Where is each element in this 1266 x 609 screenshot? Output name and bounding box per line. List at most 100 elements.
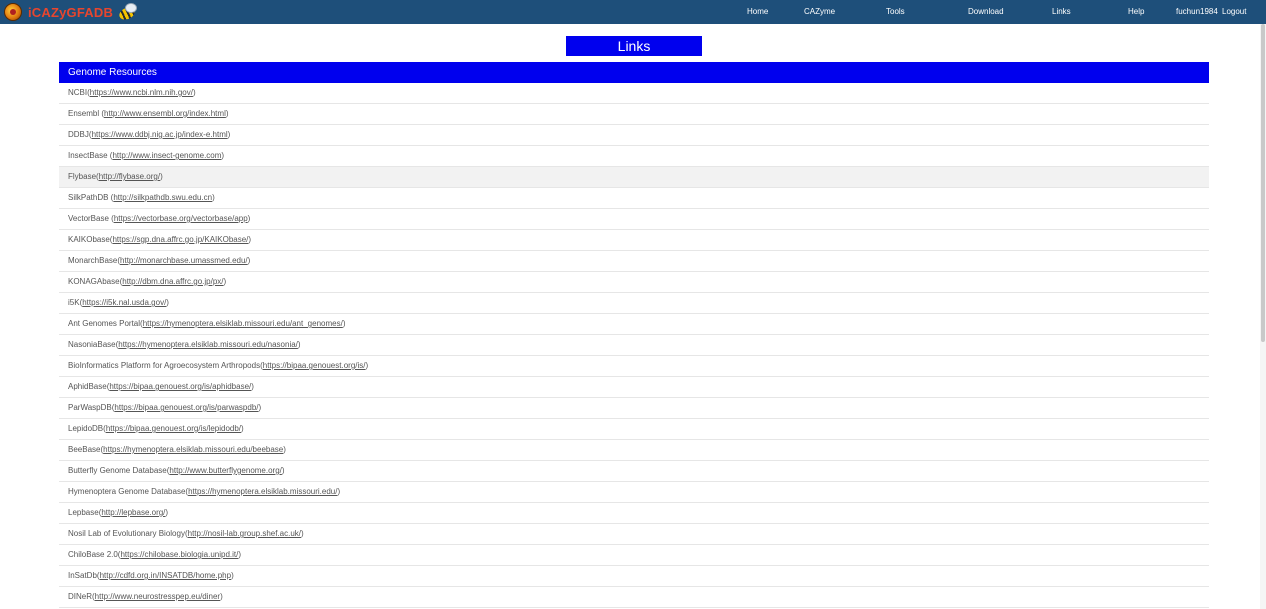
link-name: InSatDb( [68, 571, 100, 580]
page-title: Links [566, 36, 702, 56]
section-header: Genome Resources [59, 62, 1209, 83]
link-suffix: ) [165, 508, 169, 517]
link-row: DINeR(http://www.neurostresspep.eu/diner… [59, 587, 1209, 608]
link-suffix: ) [238, 550, 242, 559]
links-list: NCBI(https://www.ncbi.nlm.nih.gov/) Ensem… [59, 83, 1209, 608]
link-name: VectorBase ( [68, 214, 114, 223]
link-url[interactable]: https://bipaa.genouest.org/is/aphidbase/ [109, 382, 251, 391]
link-suffix: ) [365, 361, 369, 370]
link-url[interactable]: http://dbm.dna.affrc.go.jp/px/ [122, 277, 223, 286]
link-url[interactable]: http://flybase.org/ [99, 172, 160, 181]
link-name: BioInformatics Platform for Agroecosyste… [68, 361, 263, 370]
link-suffix: ) [227, 130, 231, 139]
nav-user[interactable]: fuchun1984 [1176, 0, 1218, 24]
link-row: ChiloBase 2.0(https://chilobase.biologia… [59, 545, 1209, 566]
link-url[interactable]: https://bipaa.genouest.org/is/parwaspdb/ [114, 403, 258, 412]
link-url[interactable]: http://cdfd.org.in/INSATDB/home.php [100, 571, 231, 580]
link-suffix: ) [301, 529, 304, 538]
link-suffix: ) [247, 214, 251, 223]
link-name: Lepbase( [68, 508, 102, 517]
link-name: AphidBase( [68, 382, 110, 391]
nav-download[interactable]: Download [968, 0, 1004, 24]
link-suffix: ) [241, 424, 244, 433]
nav-menu: Home CAZyme Tools Download Links Help fu… [0, 0, 1266, 24]
link-url[interactable]: http://www.butterflygenome.org/ [169, 466, 282, 475]
link-suffix: ) [221, 151, 225, 160]
link-name: Ant Genomes Portal( [68, 319, 143, 328]
link-url[interactable]: https://hymenoptera.elsiklab.missouri.ed… [188, 487, 337, 496]
link-suffix: ) [297, 340, 301, 349]
link-row: Hymenoptera Genome Database(https://hyme… [59, 482, 1209, 503]
nav-links[interactable]: Links [1052, 0, 1071, 24]
link-name: NasoniaBase( [68, 340, 119, 349]
link-suffix: ) [281, 466, 285, 475]
link-row: SilkPathDB (http://silkpathdb.swu.edu.cn… [59, 188, 1209, 209]
link-suffix: ) [251, 382, 254, 391]
link-url[interactable]: http://lepbase.org/ [101, 508, 165, 517]
nav-logout[interactable]: Logout [1222, 0, 1246, 24]
link-row: NasoniaBase(https://hymenoptera.elsiklab… [59, 335, 1209, 356]
link-name: NCBI( [68, 88, 90, 97]
link-name: SilkPathDB ( [68, 193, 114, 202]
link-row: BioInformatics Platform for Agroecosyste… [59, 356, 1209, 377]
link-url[interactable]: http://monarchbase.umassmed.edu/ [120, 256, 248, 265]
link-url[interactable]: https://www.ncbi.nlm.nih.gov/ [90, 88, 193, 97]
link-url[interactable]: https://i5k.nal.usda.gov/ [82, 298, 166, 307]
link-suffix: ) [247, 256, 251, 265]
link-suffix: ) [212, 193, 215, 202]
link-row: KONAGAbase(http://dbm.dna.affrc.go.jp/px… [59, 272, 1209, 293]
link-row: Ensembl (http://www.ensembl.org/index.ht… [59, 104, 1209, 125]
link-name: MonarchBase( [68, 256, 121, 265]
link-url[interactable]: https://bipaa.genouest.org/is/lepidodb/ [106, 424, 241, 433]
link-name: BeeBase( [68, 445, 104, 454]
link-suffix: ) [283, 445, 286, 454]
link-suffix: ) [258, 403, 262, 412]
nav-help[interactable]: Help [1128, 0, 1144, 24]
link-name: KAIKObase( [68, 235, 113, 244]
genome-resources-table: Genome Resources NCBI(https://www.ncbi.n… [59, 62, 1209, 608]
link-suffix: ) [225, 109, 229, 118]
link-row: KAIKObase(https://sgp.dna.affrc.go.jp/KA… [59, 230, 1209, 251]
link-url[interactable]: https://hymenoptera.elsiklab.missouri.ed… [118, 340, 298, 349]
link-url[interactable]: http://nosil-lab.group.shef.ac.uk/ [188, 529, 301, 538]
link-url[interactable]: https://www.ddbj.nig.ac.jp/index-e.html [92, 130, 228, 139]
link-url[interactable]: http://www.insect-genome.com [112, 151, 221, 160]
link-url[interactable]: https://chilobase.biologia.unipd.it/ [120, 550, 238, 559]
link-url[interactable]: http://www.neurostresspep.eu/diner [95, 592, 220, 601]
link-name: KONAGAbase( [68, 277, 123, 286]
link-row: Nosil Lab of Evolutionary Biology(http:/… [59, 524, 1209, 545]
link-name: i5K( [68, 298, 83, 307]
link-url[interactable]: https://hymenoptera.elsiklab.missouri.ed… [143, 319, 343, 328]
link-url[interactable]: https://sgp.dna.affrc.go.jp/KAIKObase/ [112, 235, 248, 244]
link-name: InsectBase ( [68, 151, 113, 160]
link-name: Butterfly Genome Database( [68, 466, 170, 475]
link-suffix: ) [231, 571, 234, 580]
link-row: Butterfly Genome Database(http://www.but… [59, 461, 1209, 482]
link-row: LepidoDB(https://bipaa.genouest.org/is/l… [59, 419, 1209, 440]
link-row: InSatDb(http://cdfd.org.in/INSATDB/home.… [59, 566, 1209, 587]
page-scrollbar[interactable] [1260, 24, 1266, 609]
link-url[interactable]: http://www.ensembl.org/index.html [104, 109, 226, 118]
link-row: BeeBase(https://hymenoptera.elsiklab.mis… [59, 440, 1209, 461]
nav-tools[interactable]: Tools [886, 0, 905, 24]
link-suffix: ) [160, 172, 163, 181]
link-url[interactable]: https://bipaa.genouest.org/is/ [263, 361, 366, 370]
link-url[interactable]: http://silkpathdb.swu.edu.cn [113, 193, 212, 202]
link-name: DINeR( [68, 592, 95, 601]
link-suffix: ) [223, 277, 227, 286]
link-name: LepidoDB( [68, 424, 106, 433]
link-row: MonarchBase(http://monarchbase.umassmed.… [59, 251, 1209, 272]
scrollbar-thumb[interactable] [1261, 24, 1265, 342]
link-row: AphidBase(https://bipaa.genouest.org/is/… [59, 377, 1209, 398]
nav-cazyme[interactable]: CAZyme [804, 0, 835, 24]
link-name: Nosil Lab of Evolutionary Biology( [68, 529, 188, 538]
link-name: DDBJ( [68, 130, 92, 139]
nav-home[interactable]: Home [747, 0, 768, 24]
link-row: Flybase(http://flybase.org/) [59, 167, 1209, 188]
link-row: Lepbase(http://lepbase.org/) [59, 503, 1209, 524]
link-suffix: ) [192, 88, 196, 97]
link-name: Ensembl ( [68, 109, 105, 118]
link-url[interactable]: https://hymenoptera.elsiklab.missouri.ed… [103, 445, 283, 454]
link-url[interactable]: https://vectorbase.org/vectorbase/app [114, 214, 248, 223]
link-row: Ant Genomes Portal(https://hymenoptera.e… [59, 314, 1209, 335]
